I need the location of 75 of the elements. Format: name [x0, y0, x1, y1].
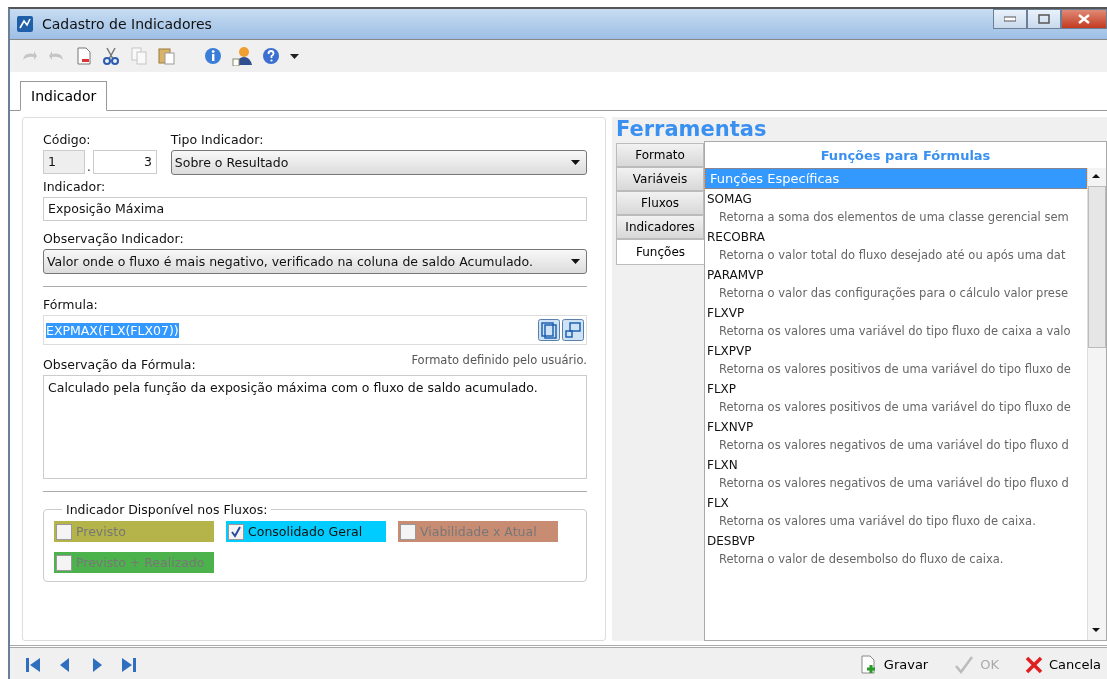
function-name[interactable]: FLXP [705, 379, 1087, 398]
cut-tool-icon[interactable] [100, 45, 122, 67]
field-label: Observação da Fórmula: [43, 357, 196, 372]
last-record-icon[interactable] [120, 655, 138, 674]
indicator-field[interactable]: Exposição Máxima [43, 197, 587, 221]
function-name[interactable]: FLX [705, 493, 1087, 512]
group-label: Indicador Disponível nos Fluxos: [65, 502, 269, 517]
help-tool-icon[interactable] [260, 45, 282, 67]
function-name[interactable]: FLXPVP [705, 341, 1087, 360]
checkmark-icon [230, 525, 242, 538]
flow-checkbox: Previsto + Realizado [54, 552, 214, 573]
function-description: Retorna os valores positivos de uma variável do tipo fluxo de [718, 399, 1072, 416]
function-name[interactable]: FLXVP [705, 303, 1087, 322]
window-title: Cadastro de Indicadores [42, 16, 212, 32]
field-label: Tipo Indicador: [170, 132, 265, 147]
flow-checkbox: Viabilidade x Atual [398, 521, 558, 542]
function-description: Retorna os valores negativos de uma variável do tipo fluxo d [718, 437, 1070, 454]
function-description: Retorna o valor total do fluxo desejado até ou após uma dat [718, 247, 1067, 264]
field-label: Observação Indicador: [43, 231, 185, 246]
function-name[interactable]: RECOBRA [705, 227, 1087, 246]
function-description: Retorna os valores negativos de uma variável do tipo fluxo d [718, 475, 1070, 492]
function-description: Retorna os valores uma variável do tipo fluxo de caixa a valo [718, 323, 1072, 340]
side-tab[interactable]: Formato [616, 143, 704, 167]
restore-window-icon[interactable] [562, 319, 584, 341]
function-name[interactable]: SOMAG [705, 189, 1087, 208]
observation-dropdown[interactable]: Valor onde o fluxo é mais negativo, verificado na coluna de saldo Acumulado. [43, 249, 587, 274]
code-field[interactable]: 1 [43, 150, 85, 174]
function-description: Retorna os valores positivos de uma variável do tipo fluxo de [718, 361, 1072, 378]
new-tool-icon[interactable] [74, 45, 94, 67]
scrollbar[interactable] [1087, 168, 1106, 640]
document-plus-icon [859, 654, 878, 675]
side-tab[interactable]: Indicadores [616, 215, 704, 239]
flow-checkbox: Previsto [54, 521, 214, 542]
checkmark-icon [954, 655, 975, 674]
panel-title: Funções para Fórmulas [820, 148, 991, 163]
side-tab[interactable]: Variáveis [616, 167, 704, 191]
function-description: Retorna os valores uma variável do tipo fluxo de caixa. [718, 513, 1037, 530]
close-icon [1078, 14, 1090, 24]
tools-title: Ferramentas [616, 117, 768, 141]
paste-tool-icon[interactable] [156, 45, 178, 67]
function-description: Retorna a soma dos elementos de uma classe gerencial sem [718, 209, 1070, 226]
field-label: Indicador: [43, 179, 107, 194]
function-name[interactable]: FLXNVP [705, 417, 1087, 436]
dropdown-arrow-icon [571, 160, 580, 165]
type-dropdown[interactable]: Sobre o Resultado [170, 150, 587, 175]
field-label: Código: [43, 132, 92, 147]
app-icon [16, 15, 34, 33]
side-tab[interactable]: Fluxos [616, 191, 704, 215]
tab[interactable]: Indicador [20, 81, 108, 111]
close-button[interactable] [1061, 9, 1107, 29]
user-tool-icon[interactable] [230, 44, 254, 68]
side-tab[interactable]: Funções [616, 239, 704, 265]
format-note: Formato definido pelo usuário. [411, 353, 587, 367]
cancel-button[interactable]: Cancela [1025, 654, 1101, 675]
function-name[interactable]: DESBVP [705, 531, 1087, 550]
function-name[interactable]: PARAMVP [705, 265, 1087, 284]
flow-checkbox[interactable]: Consolidado Geral [226, 521, 386, 542]
function-description: Retorna o valor das configurações para o cálculo valor prese [718, 285, 1069, 302]
window-icon[interactable] [538, 319, 560, 341]
formula-observation-field[interactable]: Calculado pela função da exposição máxima com o fluxo de saldo acumulado. [43, 375, 587, 479]
dropdown-caret-icon[interactable] [290, 53, 299, 59]
code-field[interactable]: 3 [92, 150, 157, 174]
maximize-icon [1038, 14, 1050, 24]
dropdown-arrow-icon [571, 259, 580, 264]
save-button[interactable]: Gravar [859, 654, 929, 675]
separator: . [87, 160, 91, 174]
first-record-icon[interactable] [24, 655, 42, 674]
minimize-button[interactable] [993, 9, 1027, 29]
field-label: Fórmula: [43, 297, 99, 312]
info-tool-icon[interactable] [202, 45, 224, 67]
function-name[interactable]: FLXN [705, 455, 1087, 474]
minimize-icon [1004, 16, 1016, 22]
cross-icon [1025, 655, 1043, 674]
function-description: Retorna o valor de desembolso do fluxo de caixa. [718, 551, 1005, 568]
maximize-button[interactable] [1027, 9, 1061, 29]
